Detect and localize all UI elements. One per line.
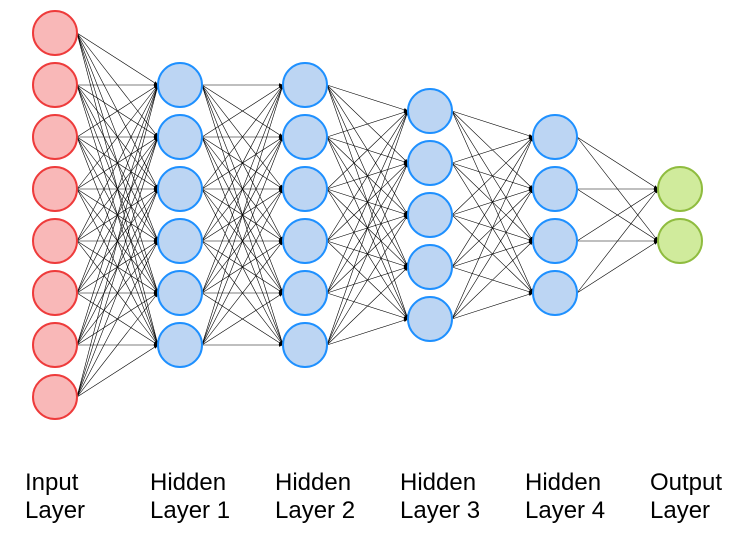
labels-group: InputLayerHiddenLayer 1HiddenLayer 2Hidd…	[25, 469, 722, 524]
hidden2-node	[283, 271, 327, 315]
hidden4-node	[533, 115, 577, 159]
edge	[327, 111, 408, 293]
edge	[327, 215, 408, 345]
input-node	[33, 11, 77, 55]
hidden2-node	[283, 323, 327, 367]
edge	[77, 241, 158, 397]
hidden1-label-line1: Hidden	[150, 469, 226, 496]
hidden2-node	[283, 63, 327, 107]
hidden1-node	[158, 115, 202, 159]
edge	[452, 111, 533, 137]
edge	[327, 111, 408, 137]
output-node	[658, 167, 702, 211]
input-node	[33, 115, 77, 159]
input-node	[33, 271, 77, 315]
hidden3-node	[408, 193, 452, 237]
edge	[77, 137, 158, 397]
input-node	[33, 375, 77, 419]
input-node	[33, 167, 77, 211]
hidden3-node	[408, 141, 452, 185]
hidden2-label-line2: Layer 2	[275, 497, 355, 524]
hidden1-node	[158, 323, 202, 367]
input-node	[33, 219, 77, 263]
neural-network-diagram: InputLayerHiddenLayer 1HiddenLayer 2Hidd…	[0, 0, 750, 549]
edge	[77, 345, 158, 397]
edge	[77, 33, 158, 85]
edge	[327, 111, 408, 241]
edge	[452, 137, 533, 163]
hidden3-node	[408, 89, 452, 133]
output-label-line2: Layer	[650, 497, 710, 524]
hidden1-node	[158, 167, 202, 211]
hidden1-node	[158, 271, 202, 315]
hidden2-node	[283, 167, 327, 211]
hidden3-label-line2: Layer 3	[400, 497, 480, 524]
input-node	[33, 323, 77, 367]
edge	[327, 163, 408, 345]
hidden4-label-line2: Layer 4	[525, 497, 605, 524]
edge	[327, 85, 408, 111]
input-label-line2: Layer	[25, 497, 85, 524]
edge	[327, 111, 408, 189]
edge	[452, 241, 533, 319]
hidden1-node	[158, 63, 202, 107]
hidden3-node	[408, 297, 452, 341]
hidden3-label-line1: Hidden	[400, 469, 476, 496]
hidden2-node	[283, 115, 327, 159]
edge	[577, 241, 658, 293]
edge	[452, 137, 533, 215]
hidden2-label-line1: Hidden	[275, 469, 351, 496]
output-label-line1: Output	[650, 469, 722, 496]
input-node	[33, 63, 77, 107]
input-label-line1: Input	[25, 469, 79, 496]
edge	[577, 137, 658, 189]
hidden4-node	[533, 219, 577, 263]
hidden4-label-line1: Hidden	[525, 469, 601, 496]
edge	[327, 267, 408, 345]
edge	[327, 111, 408, 345]
edge	[452, 189, 533, 319]
hidden1-label-line2: Layer 1	[150, 497, 230, 524]
hidden4-node	[533, 271, 577, 315]
edge	[452, 137, 533, 267]
edge	[452, 293, 533, 319]
hidden4-node	[533, 167, 577, 211]
output-node	[658, 219, 702, 263]
edge	[452, 137, 533, 319]
nodes-group	[33, 11, 702, 419]
hidden2-node	[283, 219, 327, 263]
edge	[327, 319, 408, 345]
hidden1-node	[158, 219, 202, 263]
hidden3-node	[408, 245, 452, 289]
